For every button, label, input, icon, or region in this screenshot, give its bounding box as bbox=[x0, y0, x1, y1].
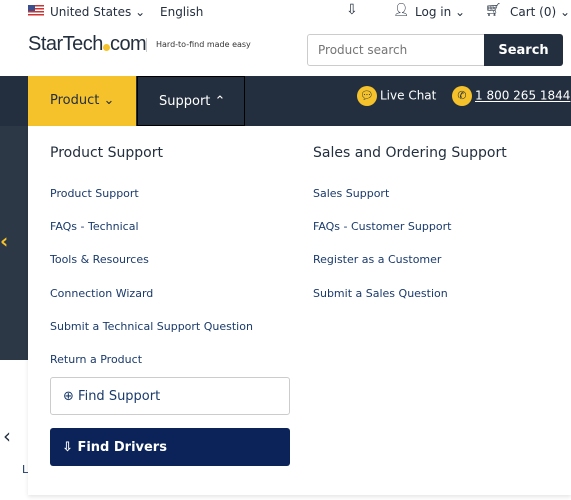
chevron-down-icon: ⌄ bbox=[103, 93, 115, 108]
carousel-prev-icon[interactable]: ‹ bbox=[0, 229, 8, 253]
support-dropdown: Product Support Product Support FAQs - T… bbox=[28, 126, 571, 495]
startech-logo[interactable]: StarTech com bbox=[28, 33, 147, 56]
cart-button[interactable]: Cart (0) ⌄ bbox=[510, 5, 570, 19]
link-connection-wizard[interactable]: Connection Wizard bbox=[50, 287, 153, 300]
link-register-customer[interactable]: Register as a Customer bbox=[313, 253, 441, 266]
link-sales-support[interactable]: Sales Support bbox=[313, 187, 389, 200]
download-icon: ⇩ bbox=[62, 439, 73, 455]
language-selector[interactable]: English bbox=[160, 5, 203, 19]
nav-support[interactable]: Support ⌃ bbox=[137, 76, 245, 126]
find-support-button[interactable]: ⊕ Find Support bbox=[50, 377, 290, 415]
chevron-up-icon: ⌃ bbox=[214, 94, 226, 109]
live-chat-link[interactable]: 💬︎ Live Chat bbox=[357, 86, 436, 106]
user-icon: 👤︎ bbox=[393, 3, 410, 18]
divider bbox=[146, 38, 147, 52]
link-submit-tech-question[interactable]: Submit a Technical Support Question bbox=[50, 320, 253, 333]
search-button[interactable]: Search bbox=[484, 34, 563, 66]
cart-icon: 🛒︎ bbox=[485, 3, 502, 18]
phone-link[interactable]: ✆ 1 800 265 1844 bbox=[452, 86, 570, 106]
us-flag-icon bbox=[28, 5, 44, 16]
search-input[interactable] bbox=[307, 34, 485, 66]
link-submit-sales-question[interactable]: Submit a Sales Question bbox=[313, 287, 448, 300]
download-icon[interactable]: ⇩ bbox=[346, 2, 358, 18]
tagline: Hard-to-find made easy bbox=[156, 40, 251, 49]
link-return-product[interactable]: Return a Product bbox=[50, 353, 142, 366]
login-button[interactable]: Log in ⌄ bbox=[415, 5, 465, 19]
sales-support-heading: Sales and Ordering Support bbox=[313, 145, 507, 161]
top-bar: United States ⌄ English ⇩ 👤︎ Log in ⌄ 🛒︎… bbox=[0, 0, 571, 24]
link-faqs-technical[interactable]: FAQs - Technical bbox=[50, 220, 139, 233]
link-tools-resources[interactable]: Tools & Resources bbox=[50, 253, 149, 266]
link-product-support[interactable]: Product Support bbox=[50, 187, 139, 200]
find-drivers-button[interactable]: ⇩ Find Drivers bbox=[50, 428, 290, 466]
lifebuoy-icon: ⊕ bbox=[63, 388, 74, 404]
country-selector[interactable]: United States ⌄ bbox=[50, 5, 145, 19]
chat-icon: 💬︎ bbox=[357, 86, 377, 106]
nav-product[interactable]: Product ⌄ bbox=[28, 76, 136, 126]
link-faqs-customer[interactable]: FAQs - Customer Support bbox=[313, 220, 451, 233]
product-support-heading: Product Support bbox=[50, 145, 163, 161]
phone-icon: ✆ bbox=[452, 86, 472, 106]
hero-banner: ‹ bbox=[0, 126, 28, 360]
carousel-prev-icon[interactable]: ‹ bbox=[3, 424, 11, 448]
